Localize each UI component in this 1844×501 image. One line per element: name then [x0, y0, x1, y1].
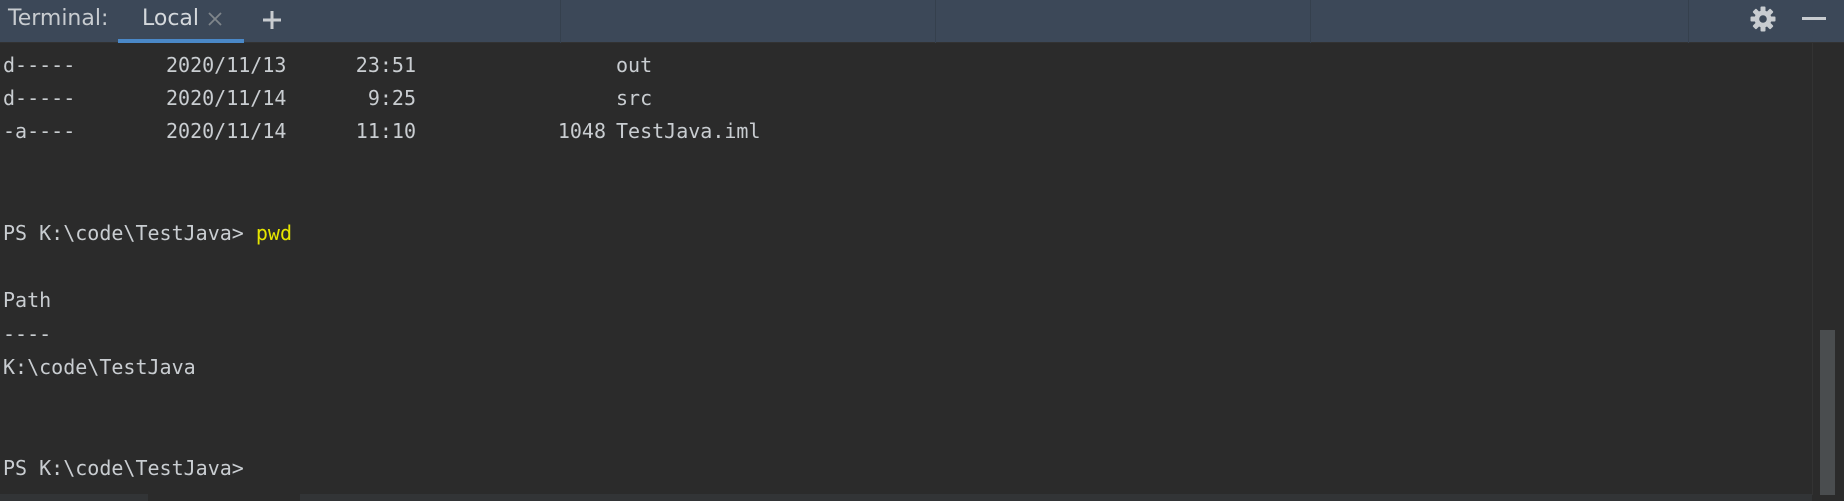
name: out	[616, 53, 653, 77]
plus-icon[interactable]	[258, 6, 286, 34]
toolbar-divider	[935, 0, 936, 43]
name: TestJava.iml	[616, 119, 761, 143]
close-icon[interactable]	[206, 10, 224, 28]
minimize-icon[interactable]	[1799, 4, 1829, 34]
prompt: PS K:\code\TestJava>	[3, 221, 256, 245]
toolbar-title: Terminal:	[8, 6, 109, 31]
scrollbar-thumb[interactable]	[1820, 330, 1835, 495]
listing-row: d----- 2020/11/14 9:25 src	[3, 85, 652, 111]
length: 1048	[557, 119, 606, 143]
output-underline: ----	[3, 322, 52, 346]
listing-row: d----- 2020/11/13 23:51 out	[3, 52, 652, 78]
prompt-line[interactable]: PS K:\code\TestJava>	[3, 455, 244, 481]
prompt: PS K:\code\TestJava>	[3, 456, 244, 480]
terminal-toolbar: Terminal: Local	[0, 0, 1844, 43]
gear-icon[interactable]	[1748, 4, 1778, 34]
mode: d-----	[3, 86, 76, 110]
terminal-output[interactable]: d----- 2020/11/13 23:51 out d----- 2020/…	[0, 43, 1812, 495]
mode: -a----	[3, 119, 76, 143]
name: src	[616, 86, 653, 110]
output-header: Path	[3, 288, 52, 312]
output-value: K:\code\TestJava	[3, 355, 196, 379]
date: 2020/11/14	[166, 86, 287, 110]
toolbar-divider	[1310, 0, 1311, 43]
length	[493, 52, 606, 78]
mode: d-----	[3, 53, 76, 77]
time: 23:51	[355, 53, 416, 77]
horizontal-scrollbar[interactable]	[0, 494, 1812, 501]
vertical-scrollbar[interactable]	[1812, 43, 1844, 495]
scrollbar-thumb[interactable]	[148, 494, 300, 501]
toolbar-divider	[1688, 0, 1689, 43]
date: 2020/11/14	[166, 119, 287, 143]
date: 2020/11/13	[166, 53, 287, 77]
length	[493, 85, 606, 111]
terminal-window: Terminal: Local d----- 2020/11/13 23:51 …	[0, 0, 1844, 501]
toolbar-divider	[560, 0, 561, 43]
prompt-line: PS K:\code\TestJava> pwd	[3, 220, 292, 246]
time: 11:10	[355, 119, 416, 143]
time: 9:25	[367, 86, 416, 110]
tab-label: Local	[142, 6, 200, 31]
command: pwd	[255, 221, 292, 245]
listing-row: -a---- 2020/11/14 11:10 1048 TestJava.im…	[3, 118, 761, 144]
tab-local[interactable]: Local	[118, 0, 244, 43]
